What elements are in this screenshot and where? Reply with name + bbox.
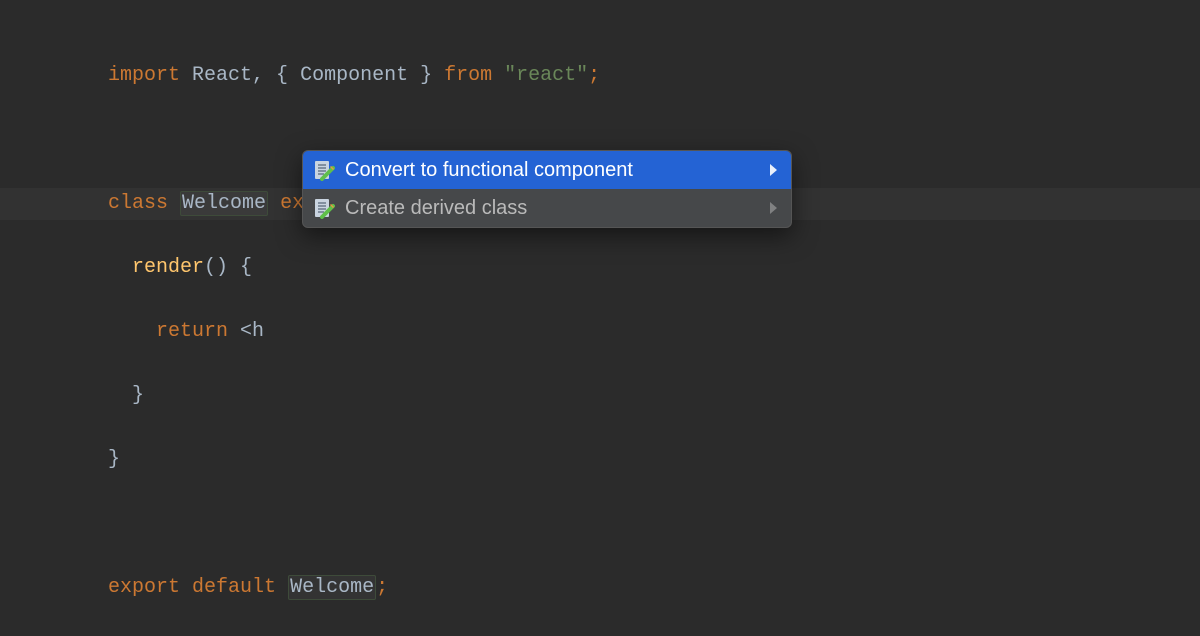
identifier-react: React <box>192 64 252 87</box>
code-line: render() { <box>108 252 1200 284</box>
menu-item-convert-functional[interactable]: Convert to functional component <box>303 151 791 189</box>
class-name: Welcome <box>180 191 268 216</box>
chevron-right-icon <box>770 202 777 214</box>
method-render: render <box>132 256 204 279</box>
intention-bulb-icon <box>313 159 335 181</box>
menu-item-create-derived[interactable]: Create derived class <box>303 189 791 227</box>
menu-item-label: Create derived class <box>345 197 770 220</box>
keyword-from: from <box>444 64 492 87</box>
code-line: import React, { Component } from "react"… <box>108 60 1200 92</box>
menu-item-label: Convert to functional component <box>345 159 770 182</box>
intention-bulb-icon <box>313 197 335 219</box>
keyword-import: import <box>108 64 180 87</box>
code-line: } <box>108 380 1200 412</box>
keyword-export: export <box>108 576 180 599</box>
code-line: return <h <box>108 316 1200 348</box>
keyword-class: class <box>108 192 168 215</box>
code-editor[interactable]: import React, { Component } from "react"… <box>0 0 1200 636</box>
keyword-default: default <box>192 576 276 599</box>
string-literal: "react" <box>504 64 588 87</box>
export-name: Welcome <box>288 575 376 600</box>
code-line: export default Welcome; <box>108 572 1200 604</box>
blank-line <box>108 508 1200 540</box>
chevron-right-icon <box>770 164 777 176</box>
code-line: } <box>108 444 1200 476</box>
keyword-return: return <box>156 320 228 343</box>
intention-actions-menu[interactable]: Convert to functional component Create d… <box>302 150 792 228</box>
